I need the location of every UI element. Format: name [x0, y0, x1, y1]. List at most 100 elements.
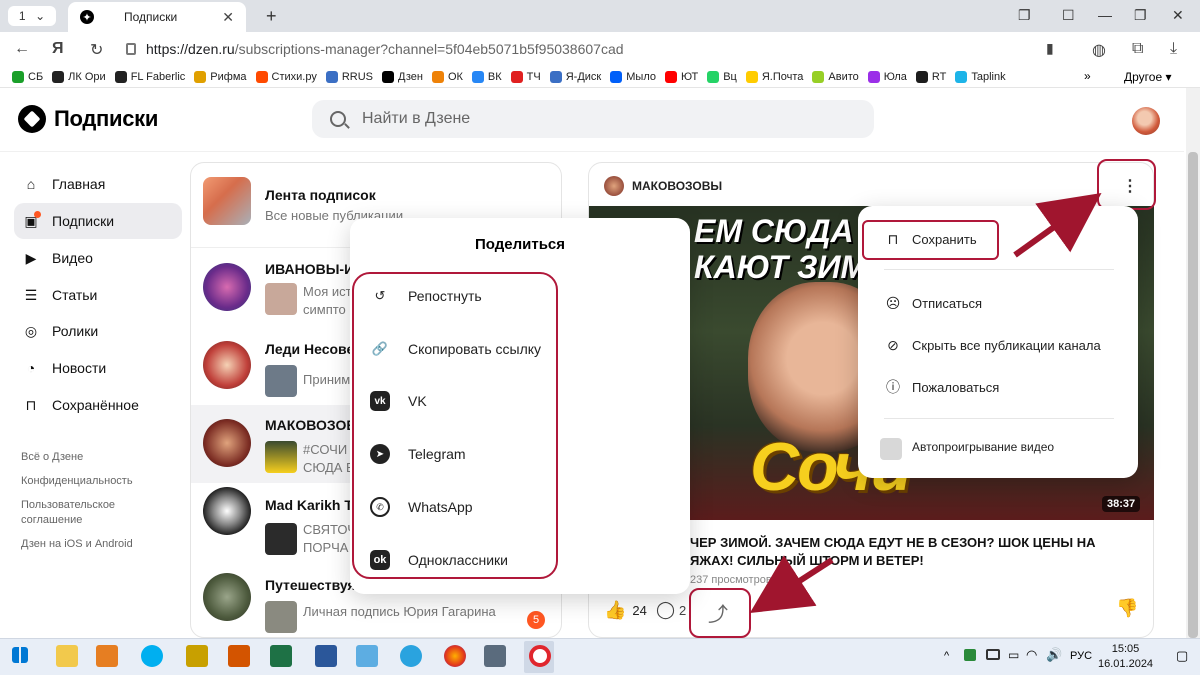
calculator-icon[interactable]	[484, 645, 506, 667]
unsubscribe-menu-item[interactable]: ☹ Отписаться	[884, 294, 982, 312]
collections-icon[interactable]: ⧉	[1132, 40, 1143, 58]
notes-icon[interactable]	[356, 645, 378, 667]
tab-counter[interactable]: 1 ⌄	[8, 6, 56, 26]
minimize-button[interactable]: —	[1098, 7, 1112, 23]
footer-link-terms[interactable]: Пользовательское соглашение	[21, 498, 131, 528]
close-window-button[interactable]: ✕	[1172, 7, 1184, 24]
bookmark-label: Дзен	[398, 70, 423, 83]
tray-arrow-icon[interactable]: ^	[944, 650, 949, 662]
file-explorer-icon[interactable]	[56, 645, 78, 667]
autoplay-menu-item[interactable]: Автопроигрывание видео	[912, 440, 1054, 454]
comment-count: 2	[679, 602, 687, 618]
unsubscribe-icon: ☹	[885, 294, 901, 311]
chevron-down-icon: ⌄	[35, 9, 46, 23]
bookmark-item[interactable]: Taplink	[955, 70, 1006, 83]
bookmarks-bar: СБ ЛК Ори FL Faberlic Рифма Стихи.ру RRUS Дзен…	[0, 66, 1200, 88]
globe-icon[interactable]: ◍	[1092, 40, 1106, 60]
logo[interactable]: Подписки	[18, 105, 158, 133]
autoplay-checkbox[interactable]	[880, 438, 902, 460]
avatar[interactable]	[1132, 107, 1160, 135]
bookmark-favicon-icon	[114, 70, 127, 83]
volume-icon[interactable]: 🔊	[1046, 647, 1062, 663]
report-menu-item[interactable]: ⓘ Пожаловаться	[884, 378, 999, 396]
footer-link-privacy[interactable]: Конфиденциальность	[21, 474, 171, 489]
bookmark-item[interactable]: RRUS	[325, 70, 373, 83]
word-icon[interactable]	[315, 645, 337, 667]
new-tab-button[interactable]: +	[266, 6, 277, 27]
bookmark-label: Стихи.ру	[271, 70, 317, 83]
network-icon[interactable]: ▭	[1008, 648, 1019, 662]
logo-text: Подписки	[54, 106, 159, 131]
bookmark-item[interactable]: Рифма	[194, 70, 247, 83]
bookmark-tab-icon[interactable]: ☐	[1062, 7, 1075, 24]
sidebar-item-articles[interactable]: ☰ Статьи	[14, 277, 182, 313]
search-input[interactable]: Найти в Дзене	[312, 100, 874, 138]
bookmark-item[interactable]: Вц	[707, 70, 737, 83]
footer-link-about[interactable]: Всё о Дзене	[21, 450, 171, 465]
maximize-button[interactable]: ❐	[1134, 7, 1147, 24]
language-indicator[interactable]: РУС	[1070, 650, 1092, 662]
wifi-icon[interactable]: ◠	[1026, 647, 1037, 663]
bookmark-item[interactable]: Я-Диск	[549, 70, 601, 83]
bookmark-item[interactable]: Дзен	[382, 70, 423, 83]
bookmarks-other-button[interactable]: Другое ▾	[1124, 70, 1171, 84]
bookmark-item[interactable]: RT	[915, 70, 946, 83]
url-field[interactable]: https://dzen.ru/subscriptions-manager?ch…	[126, 36, 1026, 62]
comments-button[interactable]: ◯ 2	[656, 600, 686, 620]
back-icon[interactable]: ←	[14, 40, 30, 58]
bookmark-label: Авито	[828, 70, 859, 83]
media-player-icon[interactable]	[96, 645, 118, 667]
firefox-icon[interactable]	[444, 645, 466, 667]
skype-icon[interactable]	[141, 645, 163, 667]
app-icon[interactable]	[186, 645, 208, 667]
yandex-icon[interactable]: Я	[52, 40, 64, 58]
bookmark-item[interactable]: ЮТ	[664, 70, 698, 83]
bookmark-item[interactable]: Авито	[812, 70, 859, 83]
bookmark-item[interactable]: Я.Почта	[745, 70, 803, 83]
display-icon[interactable]	[986, 649, 1000, 660]
bookmark-item[interactable]: ЛК Ори	[52, 70, 106, 83]
bookmark-item[interactable]: СБ	[12, 70, 43, 83]
sidebar-item-bookmark[interactable]: ⊓ Сохранённое	[14, 387, 182, 423]
telegram-taskbar-icon[interactable]	[400, 645, 422, 667]
bookmark-item[interactable]: ТЧ	[510, 70, 541, 83]
save-highlight	[862, 220, 999, 260]
start-icon[interactable]	[12, 647, 28, 663]
close-tab-icon[interactable]: ✕	[222, 9, 234, 26]
bookmark-item[interactable]: Мыло	[610, 70, 656, 83]
taskbar-clock[interactable]: 15:05 16.01.2024	[1098, 642, 1153, 672]
footer-link-apps[interactable]: Дзен на iOS и Android	[21, 537, 171, 552]
tab-manager-icon[interactable]: ❐	[1018, 7, 1031, 24]
sidebar-item-news[interactable]: ◔ Новости	[14, 350, 182, 386]
download-icon[interactable]: ⤓	[1170, 40, 1177, 58]
excel-icon[interactable]	[270, 645, 292, 667]
bookmark-item[interactable]: Стихи.ру	[255, 70, 317, 83]
channel-avatar	[203, 419, 251, 467]
channel-avatar	[203, 487, 251, 535]
reload-icon[interactable]: ↻	[90, 40, 103, 60]
browser-tab[interactable]: ✦ Подписки ✕	[68, 2, 246, 32]
bookmark-item[interactable]: FL Faberlic	[114, 70, 185, 83]
presentation-icon[interactable]	[228, 645, 250, 667]
post-channel[interactable]: МАКОВОЗОВЫ	[604, 176, 722, 196]
like-button[interactable]: 👍 24	[604, 600, 647, 621]
sidebar-item-home[interactable]: ⌂ Главная	[14, 166, 182, 202]
subscription-desc: Приним	[303, 372, 351, 387]
bookmark-item[interactable]: ВК	[471, 70, 502, 83]
scrollbar-thumb[interactable]	[1188, 152, 1198, 638]
hide-channel-menu-item[interactable]: ⊘ Скрыть все публикации канала	[884, 336, 1101, 354]
bookmark-page-icon[interactable]: ▮	[1046, 40, 1054, 57]
bookmarks-more-button[interactable]: »	[1084, 69, 1091, 83]
sidebar-item-shorts[interactable]: ◎ Ролики	[14, 313, 182, 349]
security-icon[interactable]	[964, 649, 976, 661]
sidebar-item-subscriptions[interactable]: ▣ Подписки	[14, 203, 182, 239]
bookmark-item[interactable]: ОК	[431, 70, 463, 83]
post-title[interactable]: ЧЕР ЗИМОЙ. ЗАЧЕМ СЮДА ЕДУТ НЕ В СЕЗОН? Ш…	[690, 534, 1130, 570]
notifications-icon[interactable]: ▢	[1176, 648, 1188, 664]
bookmark-favicon-icon	[12, 70, 24, 83]
bookmark-favicon-icon	[610, 70, 623, 83]
sidebar-item-video[interactable]: ▶ Видео	[14, 240, 182, 276]
bookmark-item[interactable]: Юла	[867, 70, 907, 83]
subscription-desc: #СОЧИ СЮДА Е	[303, 442, 355, 475]
dislike-button[interactable]: 👎	[1116, 598, 1138, 619]
